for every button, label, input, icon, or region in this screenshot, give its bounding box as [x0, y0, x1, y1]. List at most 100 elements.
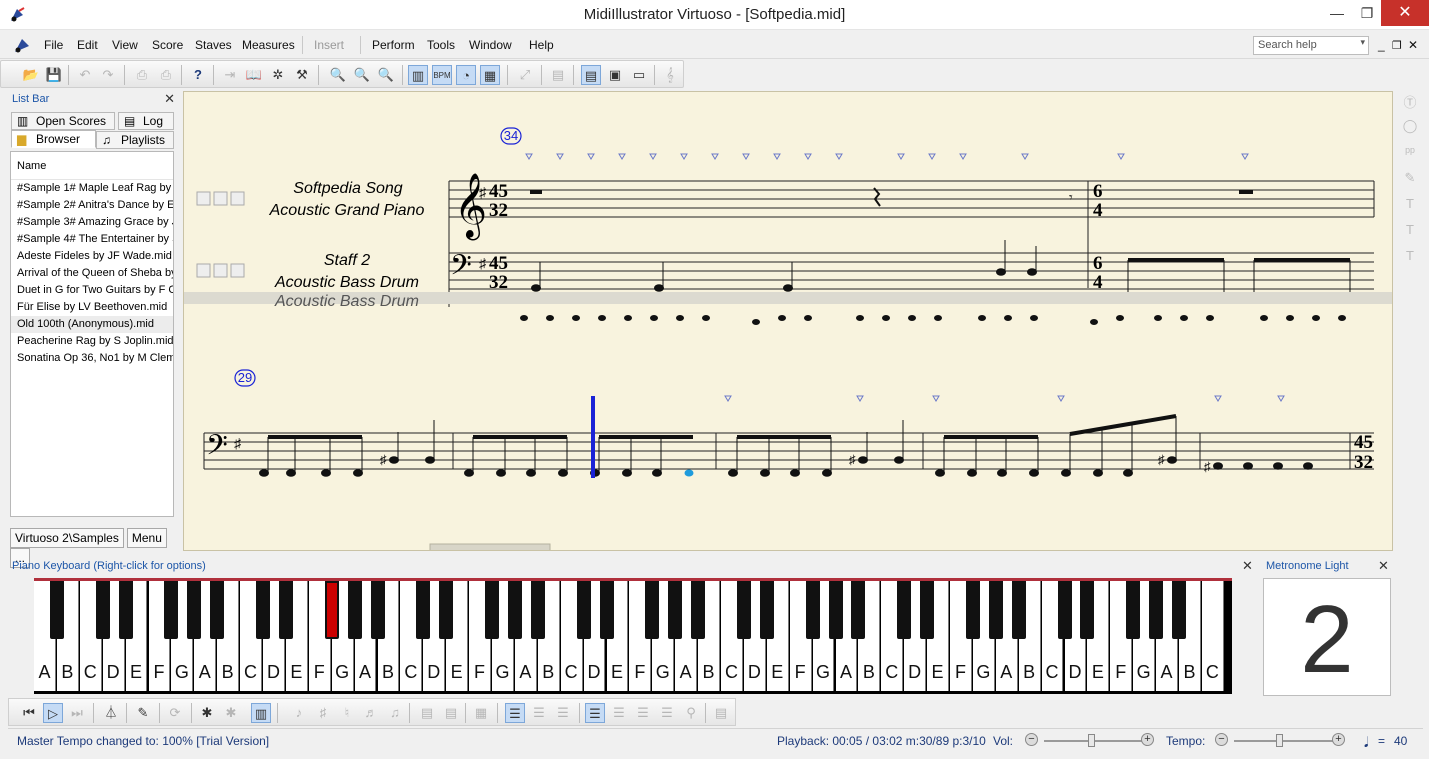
score-follow-icon[interactable]: ✎ [133, 703, 153, 723]
close-icon[interactable]: ✕ [1242, 558, 1253, 574]
piano-black-key[interactable] [49, 581, 64, 639]
list-item[interactable]: Für Elise by LV Beethoven.mid [11, 299, 173, 316]
text-tool-icon[interactable]: Ⓣ [1396, 92, 1424, 118]
score-canvas[interactable]: 34 Softpedia Song Acoustic Grand Piano S… [184, 92, 1393, 551]
restore-button[interactable]: ❐ [1352, 0, 1382, 26]
piano-black-key[interactable] [485, 581, 499, 639]
align-center-icon[interactable]: ☰ [529, 703, 549, 723]
tempo-slider-thumb[interactable] [1276, 734, 1283, 747]
layout-4-icon[interactable]: ☰ [657, 703, 677, 723]
piano-black-key[interactable] [347, 581, 362, 639]
minimize-button[interactable]: — [1322, 0, 1352, 26]
list-item[interactable]: #Sample 1# Maple Leaf Rag by [11, 180, 173, 197]
menu-insert[interactable]: Insert [314, 38, 344, 52]
menu-measures[interactable]: Measures [242, 38, 295, 52]
open-folder-icon[interactable]: 📂 [21, 65, 41, 85]
piano-black-key[interactable] [920, 581, 935, 639]
sharp-icon[interactable]: ♯ [313, 703, 333, 723]
follow-icon[interactable]: ⤢ [515, 65, 535, 85]
list-item[interactable]: Duet in G for Two Guitars by F C [11, 282, 173, 299]
shape-tool-icon[interactable]: ◯ [1396, 118, 1424, 144]
menu-tools[interactable]: Tools [427, 38, 455, 52]
list-item[interactable]: Adeste Fideles by JF Wade.mid [11, 248, 173, 265]
tab-playlists[interactable]: ♫ Playlists [96, 131, 174, 149]
rewind-icon[interactable]: ⏮ [19, 703, 39, 723]
layout-2-icon[interactable]: ☰ [609, 703, 629, 723]
tab-log[interactable]: ▤ Log [118, 112, 174, 130]
zoom-in-icon[interactable]: 🔍 [352, 65, 372, 85]
menu-edit[interactable]: Edit [77, 38, 98, 52]
piano-black-key[interactable] [805, 581, 820, 639]
metronome-icon[interactable]: ⏃ [101, 703, 121, 723]
keyboard-icon[interactable]: ▥ [251, 703, 271, 723]
tab-open-scores[interactable]: ▥ Open Scores [11, 112, 115, 130]
print-preview-icon[interactable]: ⎙ [156, 65, 176, 85]
bpm-icon[interactable]: BPM [432, 65, 452, 85]
menu-perform[interactable]: Perform [372, 38, 415, 52]
text-box-icon[interactable]: T [1396, 196, 1424, 222]
insert-measure-icon[interactable]: ▤ [417, 703, 437, 723]
title-icon[interactable]: T [1396, 248, 1424, 274]
menu-file[interactable]: File [44, 38, 63, 52]
piano-black-key[interactable] [988, 581, 1003, 639]
grace-icon[interactable]: ♬ [361, 703, 381, 723]
tempo-slider[interactable] [1234, 734, 1334, 747]
note-icon[interactable]: ♪ [289, 703, 309, 723]
list-item[interactable]: Arrival of the Queen of Sheba by [11, 265, 173, 282]
dynamics-icon[interactable]: ᵖᵖ [1396, 144, 1424, 170]
piano-black-key[interactable] [897, 581, 912, 639]
piano-black-key[interactable] [256, 581, 270, 639]
context-help-icon[interactable]: ? [188, 65, 208, 85]
piano-black-key[interactable] [851, 581, 866, 639]
list-item[interactable]: #Sample 3# Amazing Grace by J [11, 214, 173, 231]
file-list[interactable]: Name #Sample 1# Maple Leaf Rag by #Sampl… [10, 151, 174, 517]
align-left-icon[interactable]: ☰ [505, 703, 525, 723]
metronome-icon[interactable]: ◔ [456, 65, 476, 85]
layout-1-icon[interactable]: ☰ [585, 703, 605, 723]
mdi-restore-icon[interactable]: ❐ [1392, 39, 1402, 52]
staff-icon[interactable]: ▦ [471, 703, 491, 723]
tab-browser[interactable]: ▆ Browser [11, 130, 96, 148]
list-item[interactable]: #Sample 2# Anitra's Dance by E [11, 197, 173, 214]
piano-black-key[interactable] [507, 581, 522, 639]
lyrics-icon[interactable]: T [1396, 222, 1424, 248]
piano-black-key[interactable] [1149, 581, 1164, 639]
play-icon[interactable]: ▷ [43, 703, 63, 723]
piano-black-key[interactable] [599, 581, 614, 639]
piano-black-key[interactable] [324, 581, 339, 639]
piano-black-key[interactable] [965, 581, 980, 639]
tempo-decrease-button[interactable]: − [1215, 733, 1228, 746]
print-icon[interactable]: ⎙ [132, 65, 152, 85]
horizontal-scrollbar[interactable] [429, 543, 551, 551]
piano-black-key[interactable] [736, 581, 751, 639]
mdi-minimize-icon[interactable]: _ [1378, 38, 1385, 52]
fast-forward-icon[interactable]: ⏭ [67, 703, 87, 723]
menu-score[interactable]: Score [152, 38, 183, 52]
volume-increase-button[interactable]: + [1141, 733, 1154, 746]
layout-icon[interactable]: ▤ [548, 65, 568, 85]
piano-black-key[interactable] [439, 581, 454, 639]
close-button[interactable]: ✕ [1381, 0, 1429, 26]
menu-view[interactable]: View [112, 38, 138, 52]
zoom-out-icon[interactable]: 🔍 [328, 65, 348, 85]
path-button[interactable]: Virtuoso 2\Samples [10, 528, 124, 548]
piano-black-key[interactable] [370, 581, 385, 639]
menu-help[interactable]: Help [529, 38, 554, 52]
column-header-name[interactable]: Name [11, 152, 173, 180]
score-view[interactable]: 34 Softpedia Song Acoustic Grand Piano S… [183, 91, 1393, 551]
volume-slider-thumb[interactable] [1088, 734, 1095, 747]
redo-icon[interactable]: ↷ [98, 65, 118, 85]
piano-black-key[interactable] [210, 581, 225, 639]
mixer-icon[interactable]: ▦ [480, 65, 500, 85]
list-item[interactable]: Sonatina Op 36, No1 by M Cleme [11, 350, 173, 367]
piano-black-key[interactable] [576, 581, 591, 639]
annotation-icon[interactable]: ✎ [1396, 170, 1424, 196]
tools-icon[interactable]: ⚒ [292, 65, 312, 85]
volume-decrease-button[interactable]: − [1025, 733, 1038, 746]
piano-black-key[interactable] [187, 581, 202, 639]
list-item[interactable]: #Sample 4# The Entertainer by S [11, 231, 173, 248]
natural-icon[interactable]: ♮ [337, 703, 357, 723]
chord-icon[interactable]: ♫ [385, 703, 405, 723]
instrument-icon[interactable]: ✱ [197, 703, 217, 723]
piano-black-key[interactable] [1080, 581, 1095, 639]
